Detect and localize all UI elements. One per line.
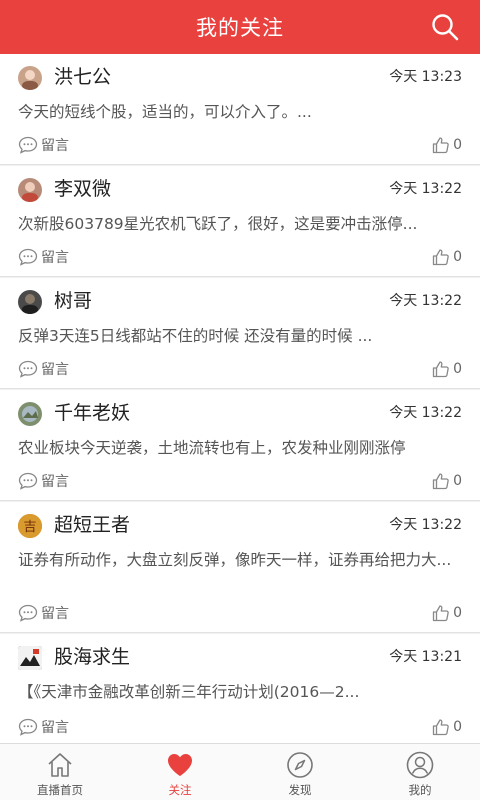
reply-label: 留言	[41, 720, 69, 736]
post-card[interactable]: 树哥 今天 13:22 反弹3天连5日线都站不住的时候 还没有量的时候 ... …	[0, 278, 480, 389]
author-name[interactable]: 洪七公	[54, 62, 111, 92]
avatar[interactable]	[18, 290, 42, 314]
home-icon	[48, 753, 72, 777]
reply-button[interactable]: 留言	[18, 716, 69, 738]
post-card[interactable]: 李双微 今天 13:22 次新股603789星光农机飞跃了，很好，这是要冲击涨停…	[0, 166, 480, 277]
app-header: 我的关注	[0, 0, 480, 54]
post-time: 今天 13:22	[389, 405, 462, 421]
compass-icon	[287, 752, 313, 778]
thumbs-up-icon	[432, 605, 449, 622]
reply-button[interactable]: 留言	[18, 470, 69, 492]
like-button[interactable]: 0	[432, 602, 462, 624]
reply-button[interactable]: 留言	[18, 246, 69, 268]
avatar[interactable]	[18, 402, 42, 426]
reply-label: 留言	[41, 138, 69, 154]
author-name[interactable]: 超短王者	[54, 510, 130, 540]
comment-icon	[18, 136, 38, 154]
post-content[interactable]: 【《天津市金融改革创新三年行动计划(2016—2...	[18, 678, 458, 706]
post-time: 今天 13:22	[389, 293, 462, 309]
tab-label: 我的	[408, 783, 432, 797]
post-card[interactable]: 千年老妖 今天 13:22 农业板块今天逆袭，土地流转也有上，农发种业刚刚涨停 …	[0, 390, 480, 501]
post-content[interactable]: 反弹3天连5日线都站不住的时候 还没有量的时候 ...	[18, 322, 458, 350]
avatar[interactable]: 吉	[18, 514, 42, 538]
search-icon[interactable]	[430, 12, 460, 42]
reply-button[interactable]: 留言	[18, 602, 69, 624]
like-button[interactable]: 0	[432, 246, 462, 268]
reply-label: 留言	[41, 606, 69, 622]
avatar[interactable]	[18, 646, 42, 670]
author-name[interactable]: 树哥	[54, 286, 92, 316]
tab-live-home[interactable]: 直播首页	[0, 744, 120, 800]
tab-label: 直播首页	[37, 783, 83, 797]
like-count: 0	[453, 605, 462, 621]
like-button[interactable]: 0	[432, 716, 462, 738]
reply-label: 留言	[41, 362, 69, 378]
thumbs-up-icon	[432, 137, 449, 154]
reply-label: 留言	[41, 250, 69, 266]
reply-button[interactable]: 留言	[18, 134, 69, 156]
like-count: 0	[453, 361, 462, 377]
comment-icon	[18, 360, 38, 378]
like-button[interactable]: 0	[432, 134, 462, 156]
post-time: 今天 13:23	[389, 69, 462, 85]
post-content[interactable]: 农业板块今天逆袭，土地流转也有上，农发种业刚刚涨停	[18, 434, 458, 462]
like-count: 0	[453, 137, 462, 153]
post-content[interactable]: 今天的短线个股，适当的，可以介入了。...	[18, 98, 458, 126]
like-count: 0	[453, 473, 462, 489]
like-button[interactable]: 0	[432, 470, 462, 492]
thumbs-up-icon	[432, 719, 449, 736]
thumbs-up-icon	[432, 473, 449, 490]
thumbs-up-icon	[432, 361, 449, 378]
author-name[interactable]: 股海求生	[54, 642, 130, 672]
thumbs-up-icon	[432, 249, 449, 266]
post-card[interactable]: 洪七公 今天 13:23 今天的短线个股，适当的，可以介入了。... 留言 0	[0, 54, 480, 165]
tab-label: 发现	[288, 783, 312, 797]
comment-icon	[18, 248, 38, 266]
svg-text:吉: 吉	[23, 520, 36, 535]
like-count: 0	[453, 719, 462, 735]
avatar[interactable]	[18, 66, 42, 90]
avatar[interactable]	[18, 178, 42, 202]
reply-label: 留言	[41, 474, 69, 490]
reply-button[interactable]: 留言	[18, 358, 69, 380]
comment-icon	[18, 718, 38, 736]
bottom-tab-bar: 直播首页 关注 发现 我的	[0, 743, 480, 800]
post-content[interactable]: 证券有所动作，大盘立刻反弹，像昨天一样，证券再给把力大...	[18, 546, 458, 574]
tab-label: 关注	[168, 783, 192, 797]
post-time: 今天 13:22	[389, 517, 462, 533]
comment-icon	[18, 472, 38, 490]
author-name[interactable]: 李双微	[54, 174, 111, 204]
like-count: 0	[453, 249, 462, 265]
author-name[interactable]: 千年老妖	[54, 398, 130, 428]
page-title: 我的关注	[196, 16, 284, 40]
post-feed: 洪七公 今天 13:23 今天的短线个股，适当的，可以介入了。... 留言 0 …	[0, 54, 480, 743]
post-content[interactable]: 次新股603789星光农机飞跃了，很好，这是要冲击涨停...	[18, 210, 458, 238]
comment-icon	[18, 604, 38, 622]
tab-follow[interactable]: 关注	[120, 744, 240, 800]
tab-discover[interactable]: 发现	[240, 744, 360, 800]
user-icon	[406, 751, 434, 779]
post-time: 今天 13:21	[389, 649, 462, 665]
like-button[interactable]: 0	[432, 358, 462, 380]
post-card[interactable]: 股海求生 今天 13:21 【《天津市金融改革创新三年行动计划(2016—2..…	[0, 634, 480, 743]
post-time: 今天 13:22	[389, 181, 462, 197]
post-card[interactable]: 吉 超短王者 今天 13:22 证券有所动作，大盘立刻反弹，像昨天一样，证券再给…	[0, 502, 480, 633]
tab-me[interactable]: 我的	[360, 744, 480, 800]
heart-icon	[168, 754, 192, 776]
